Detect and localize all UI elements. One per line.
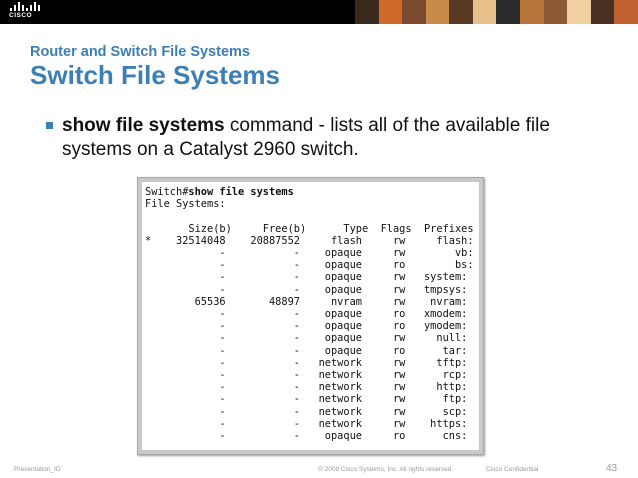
banner-photo <box>496 0 521 24</box>
terminal-command: show file systems <box>188 186 294 198</box>
banner-photo <box>614 0 638 24</box>
bullet-text: show file systems command - lists all of… <box>62 114 602 162</box>
footer-confidential: Cisco Confidential <box>486 466 539 473</box>
footer-copyright: © 2008 Cisco Systems, Inc. All rights re… <box>318 466 454 473</box>
banner-photo <box>425 0 450 24</box>
banner-photo <box>520 0 544 24</box>
slide-title: Switch File Systems <box>30 60 280 90</box>
cisco-bars-icon <box>10 2 42 11</box>
cisco-logo: CISCO <box>8 2 44 22</box>
terminal-screenshot: Switch#show file systems File Systems: S… <box>137 177 484 455</box>
terminal-output: Switch#show file systems File Systems: S… <box>145 186 474 442</box>
slide-subtitle: Router and Switch File Systems <box>30 44 250 60</box>
banner-photo <box>378 0 403 24</box>
banner-photo <box>472 0 497 24</box>
footer-presentation-id: Presentation_ID <box>14 466 61 473</box>
terminal-window: Switch#show file systems File Systems: S… <box>142 182 479 450</box>
banner-photo <box>567 0 591 24</box>
page-number: 43 <box>606 463 618 474</box>
photo-strip <box>355 0 638 24</box>
header-banner: CISCO <box>0 0 638 24</box>
banner-photo <box>590 0 615 24</box>
bullet-command: show file systems <box>62 115 225 136</box>
terminal-prompt: Switch# <box>145 186 189 198</box>
cisco-logo-text: CISCO <box>9 12 33 19</box>
banner-photo <box>402 0 426 24</box>
banner-photo <box>355 0 379 24</box>
banner-photo <box>449 0 473 24</box>
banner-photo <box>543 0 568 24</box>
bullet-square-icon <box>46 122 53 129</box>
terminal-output-text: File Systems: Size(b) Free(b) Type Flags… <box>145 198 474 443</box>
